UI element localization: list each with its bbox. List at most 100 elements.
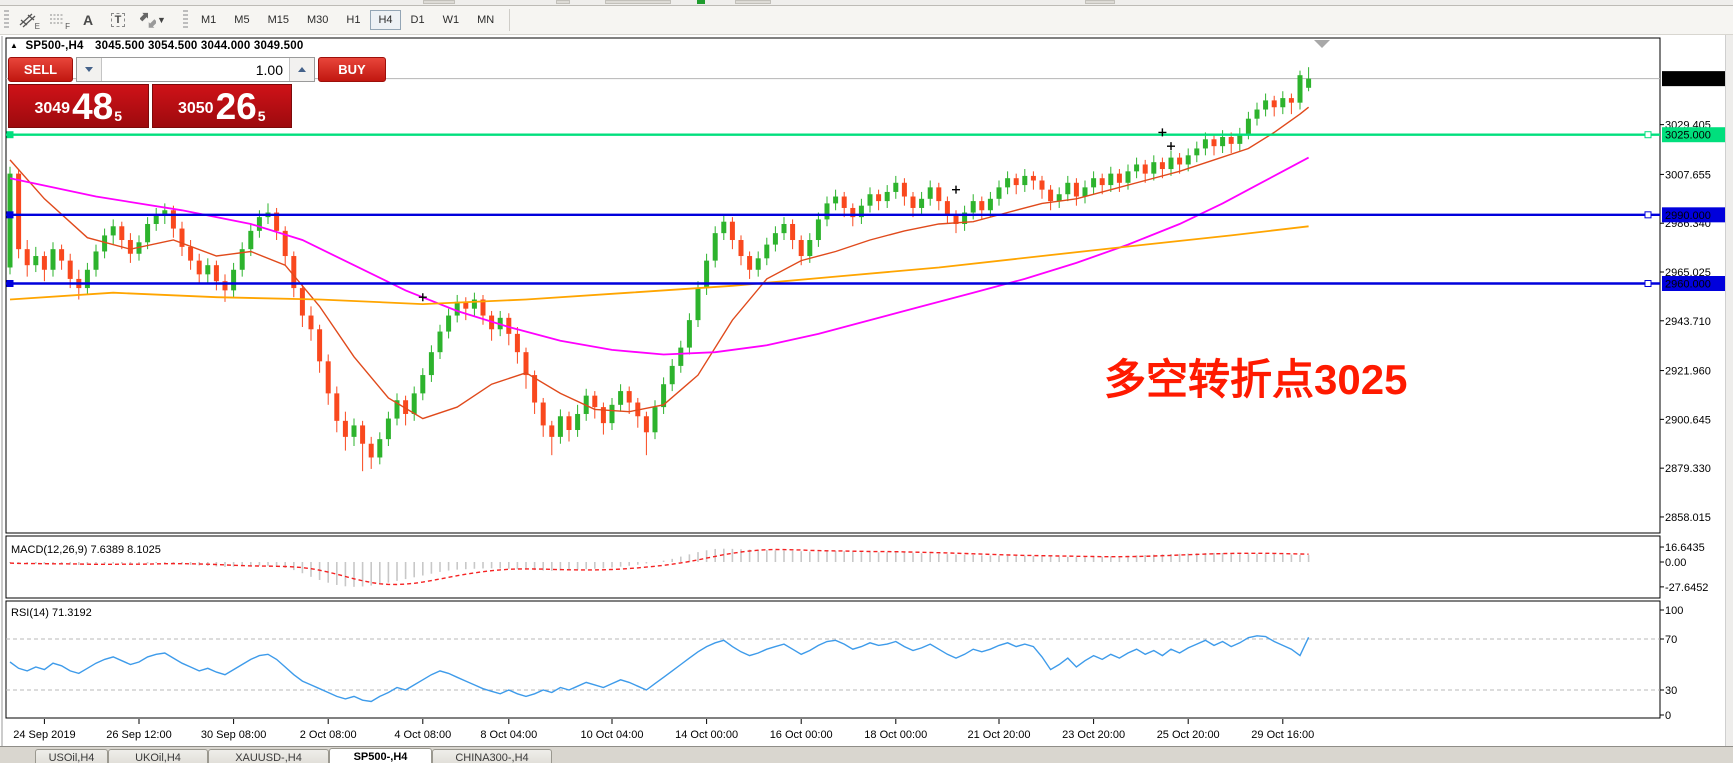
hline-handle[interactable]: [1645, 132, 1651, 138]
timeframe-H4[interactable]: H4: [370, 10, 400, 30]
text-label-icon[interactable]: T: [105, 9, 131, 31]
candle-body: [1186, 155, 1191, 164]
collapse-icon[interactable]: ▲: [10, 41, 18, 50]
sell-quote[interactable]: 3049485: [8, 84, 149, 128]
chart-tab-xauusdh4[interactable]: XAUUSD-,H4: [208, 749, 329, 763]
candle-body: [842, 197, 847, 208]
candle-body: [1022, 176, 1027, 185]
hline-handle[interactable]: [7, 132, 13, 138]
time-tick-label: 16 Oct 00:00: [770, 729, 833, 741]
candle-body: [713, 233, 718, 260]
time-tick-label: 18 Oct 00:00: [864, 729, 927, 741]
candle-body: [231, 270, 236, 291]
candle-body: [997, 187, 1002, 198]
candle-body: [94, 251, 99, 269]
arrow-objects-icon[interactable]: ▼: [135, 9, 171, 31]
candle-body: [412, 393, 417, 414]
candle-body: [188, 247, 193, 261]
chart-tab-ukoilh4[interactable]: UKOil,H4: [108, 749, 208, 763]
chart-text-annotation[interactable]: 多空转折点3025: [1104, 346, 1407, 407]
time-tick-label: 23 Oct 20:00: [1062, 729, 1125, 741]
candle-body: [558, 416, 563, 437]
macd-tick-label: -27.6452: [1665, 582, 1708, 594]
top-strip-fragment: [735, 0, 771, 4]
timeframe-MN[interactable]: MN: [469, 10, 502, 30]
candle-body: [1014, 178, 1019, 185]
candle-body: [248, 231, 253, 249]
candle-body: [936, 187, 941, 201]
candle-body: [8, 174, 13, 268]
time-tick-label: 2 Oct 08:00: [300, 729, 357, 741]
sell-button[interactable]: SELL: [8, 57, 73, 82]
candle-body: [825, 203, 830, 219]
timeframe-M1[interactable]: M1: [193, 10, 224, 30]
candle-body: [1203, 139, 1208, 148]
candle-body: [911, 197, 916, 208]
candle-body: [317, 329, 322, 361]
volume-decrease-button[interactable]: [77, 58, 102, 81]
text-icon[interactable]: A: [75, 9, 101, 31]
candle-body: [1151, 162, 1156, 173]
hline-handle[interactable]: [7, 212, 13, 218]
candle-body: [1229, 137, 1234, 144]
price-tick-label: 2921.960: [1665, 366, 1711, 378]
candle-body: [300, 288, 305, 315]
hline-handle[interactable]: [1645, 212, 1651, 218]
sell-price-fraction: 5: [114, 108, 122, 124]
dropdown-caret-icon: ▼: [157, 15, 166, 25]
rsi-tick-label: 100: [1665, 605, 1683, 617]
candle-body: [377, 439, 382, 457]
volume-increase-button[interactable]: [289, 58, 314, 81]
timeframe-H1[interactable]: H1: [338, 10, 368, 30]
candle-body: [1272, 100, 1277, 107]
toolbar: E F A T ▼ M1M5M15M30H1H4D1W1MN: [0, 6, 1733, 35]
level-badge-label: 3025.000: [1665, 130, 1711, 142]
time-tick-label: 21 Oct 20:00: [968, 729, 1031, 741]
toolbar-drag-handle[interactable]: [4, 10, 9, 30]
candle-body: [352, 425, 357, 436]
hline-handle[interactable]: [1645, 281, 1651, 287]
candle-body: [644, 416, 649, 432]
time-tick-label: 4 Oct 08:00: [394, 729, 451, 741]
sell-price-pips: 48: [72, 90, 113, 124]
buy-price-pips: 26: [216, 90, 257, 124]
fibonacci-grid-icon[interactable]: F: [45, 9, 71, 31]
hline-handle[interactable]: [7, 281, 13, 287]
candle-body: [111, 226, 116, 235]
candle-body: [429, 352, 434, 375]
candle-body: [721, 222, 726, 233]
buy-button[interactable]: BUY: [318, 57, 386, 82]
equidistant-channel-icon[interactable]: E: [15, 9, 41, 31]
candle-body: [799, 240, 804, 256]
candle-body: [902, 183, 907, 197]
toolbar-drag-handle[interactable]: [183, 10, 188, 30]
triangle-up-icon: [298, 67, 306, 72]
candle-body: [1100, 178, 1105, 185]
rsi-label: RSI(14) 71.3192: [11, 607, 92, 619]
candle-body: [33, 256, 38, 265]
rsi-tick-label: 30: [1665, 685, 1677, 697]
timeframe-M15[interactable]: M15: [260, 10, 297, 30]
timeframe-M30[interactable]: M30: [299, 10, 336, 30]
buy-quote[interactable]: 3050265: [152, 84, 293, 128]
candle-body: [1212, 139, 1217, 146]
timeframe-M5[interactable]: M5: [226, 10, 257, 30]
macd-tick-label: 0.00: [1665, 557, 1686, 569]
timeframe-D1[interactable]: D1: [403, 10, 433, 30]
candle-body: [171, 210, 176, 228]
chart-tab-china300h4[interactable]: CHINA300-,H4: [432, 749, 552, 763]
buy-price-fraction: 5: [258, 108, 266, 124]
icon-subscript: E: [35, 22, 40, 31]
candle-body: [1005, 178, 1010, 187]
candle-body: [928, 187, 933, 198]
timeframe-W1[interactable]: W1: [435, 10, 468, 30]
candle-body: [739, 240, 744, 256]
volume-input[interactable]: [102, 58, 289, 81]
candle-body: [1237, 135, 1242, 144]
candle-body: [197, 261, 202, 275]
chart-tab-usoilh4[interactable]: USOil,H4: [35, 749, 108, 763]
chart-tab-sp500h4[interactable]: SP500-,H4: [329, 748, 432, 763]
candle-body: [876, 194, 881, 201]
candle-body: [1255, 110, 1260, 119]
one-click-trading-panel: SELL BUY 3049485 3050265: [8, 57, 292, 128]
